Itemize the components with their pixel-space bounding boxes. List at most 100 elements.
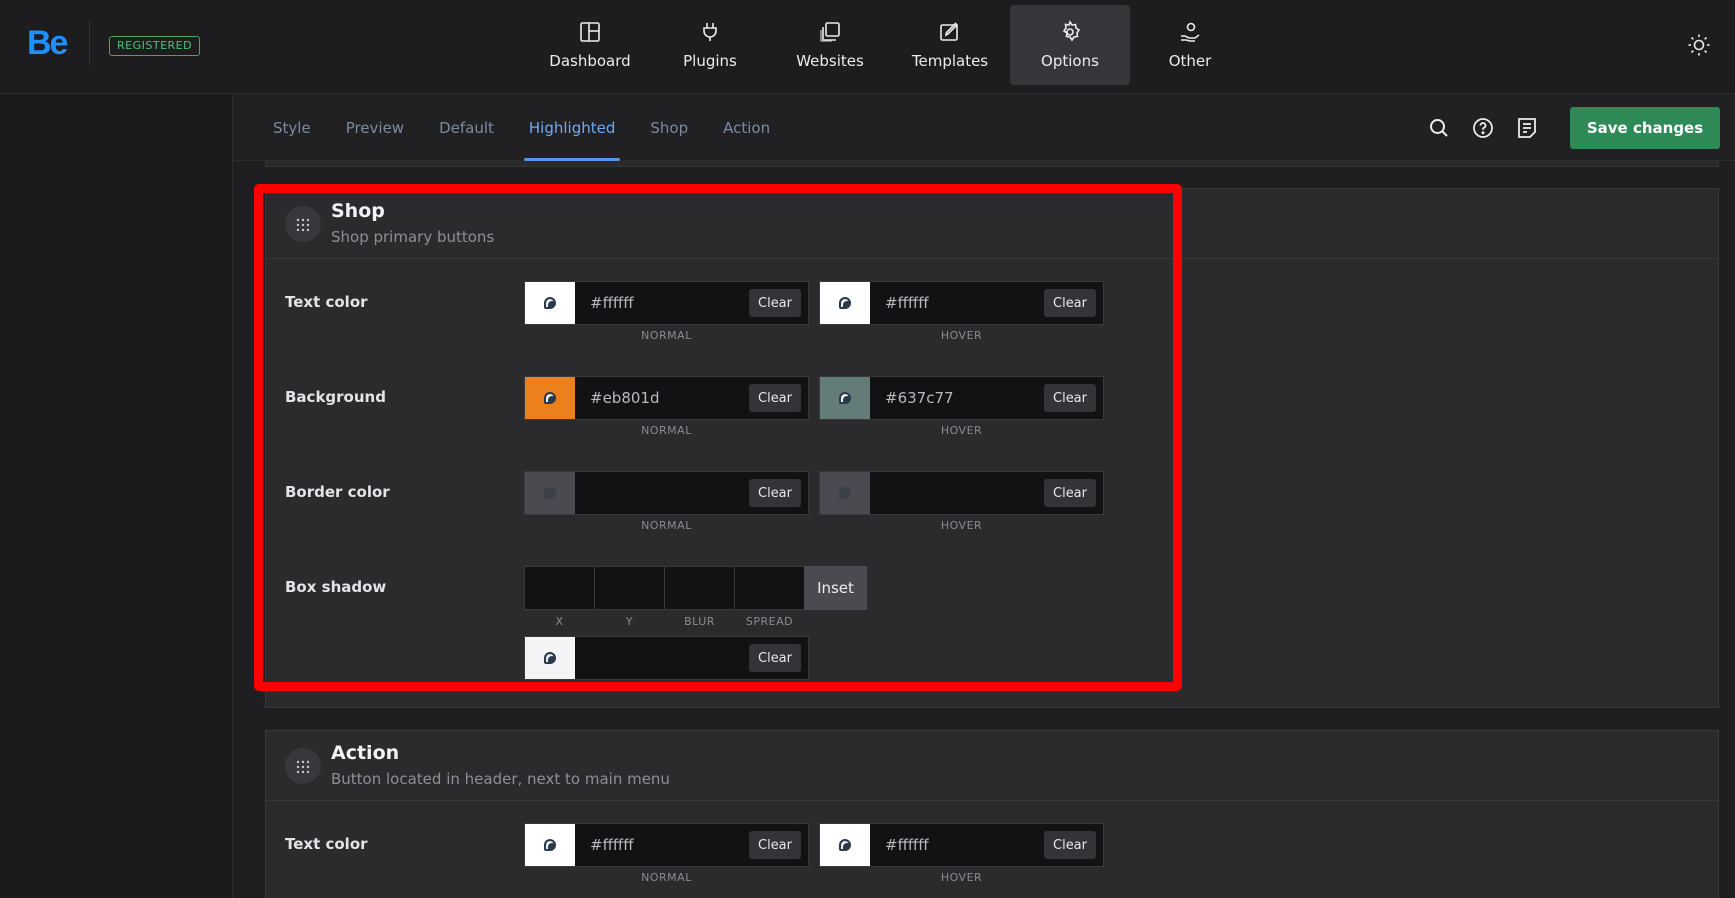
clear-button[interactable]: Clear [749,831,801,859]
help-icon[interactable] [1471,116,1495,140]
clear-button[interactable]: Clear [1044,479,1096,507]
card-subtitle: Button located in header, next to main m… [331,770,670,788]
shadow-x-input[interactable] [524,566,595,610]
tab-action[interactable]: Action [718,95,775,161]
inset-button[interactable]: Inset [804,566,867,610]
nav-label: Templates [911,52,989,70]
nav-label: Other [1168,52,1212,70]
color-swatch[interactable] [820,377,870,419]
background-hover-picker: #637c77 Clear [819,376,1104,420]
tab-shop[interactable]: Shop [645,95,693,161]
eyedropper-icon [544,652,556,664]
color-swatch[interactable] [525,637,575,679]
clear-button[interactable]: Clear [1044,384,1096,412]
shadow-blur-input[interactable] [664,566,735,610]
drag-handle-icon[interactable] [285,206,321,242]
section-tabs: Style Preview Default Highlighted Shop A… [268,95,800,161]
action-text-color-normal-picker: #ffffff Clear [524,823,809,867]
search-icon[interactable] [1427,116,1451,140]
hover-caption: HOVER [940,519,983,532]
box-shadow-color-picker: Clear [524,636,809,680]
nav-options[interactable]: Options [1010,5,1130,85]
eyedropper-icon [839,839,851,851]
nav-dashboard[interactable]: Dashboard [530,5,650,85]
nav-other[interactable]: Other [1130,5,1250,85]
tab-default[interactable]: Default [434,95,499,161]
drag-handle-icon[interactable] [285,748,321,784]
clear-button[interactable]: Clear [1044,831,1096,859]
clear-button[interactable]: Clear [1044,289,1096,317]
normal-caption: NORMAL [641,519,692,532]
card-header: Action Button located in header, next to… [266,731,1718,801]
gear-icon [1062,20,1081,42]
nav-label: Websites [796,52,864,70]
color-hex-input[interactable]: #ffffff [870,294,1044,312]
eyedropper-icon [544,392,556,404]
box-shadow-label: Box shadow [285,578,387,596]
app-logo[interactable]: Be [27,24,68,63]
normal-caption: NORMAL [641,871,692,884]
main-nav: Dashboard Plugins Websites Templates Opt… [530,5,1250,85]
normal-caption: NORMAL [641,424,692,437]
color-swatch[interactable] [525,282,575,324]
color-hex-input[interactable]: #ffffff [575,294,749,312]
background-label: Background [285,388,386,406]
plug-icon [703,23,717,41]
save-button[interactable]: Save changes [1570,107,1720,149]
color-swatch[interactable] [525,472,575,514]
clear-button[interactable]: Clear [749,289,801,317]
hover-caption: HOVER [940,424,983,437]
shadow-y-input[interactable] [594,566,665,610]
sidebar [0,95,233,898]
color-swatch[interactable] [820,282,870,324]
border-color-hover-picker: Clear [819,471,1104,515]
hand-user-icon [1181,22,1200,42]
tab-preview[interactable]: Preview [341,95,409,161]
shadow-x-caption: X [555,615,564,628]
shadow-spread-input[interactable] [734,566,805,610]
shop-card: Shop Shop primary buttons Text color #ff… [265,188,1719,708]
previous-card-edge [265,161,1719,167]
registered-badge: REGISTERED [109,36,201,56]
color-hex-input[interactable]: #ffffff [575,836,749,854]
top-bar: Be REGISTERED Dashboard Plugins Websites… [0,0,1735,94]
nav-templates[interactable]: Templates [890,5,1010,85]
nav-plugins[interactable]: Plugins [650,5,770,85]
notes-icon[interactable] [1515,116,1539,140]
logo-divider [89,20,90,66]
normal-caption: NORMAL [641,329,692,342]
action-text-color-hover-picker: #ffffff Clear [819,823,1104,867]
clear-button[interactable]: Clear [749,479,801,507]
box-shadow-inputs: Inset [524,566,867,610]
color-swatch[interactable] [525,824,575,866]
card-title: Shop [331,200,385,222]
color-hex-input[interactable]: #ffffff [870,836,1044,854]
background-normal-picker: #eb801d Clear [524,376,809,420]
templates-icon [940,22,959,41]
eyedropper-icon [839,487,851,499]
card-title: Action [331,742,400,764]
shadow-spread-caption: SPREAD [745,615,794,628]
color-swatch[interactable] [820,472,870,514]
hover-caption: HOVER [940,329,983,342]
tab-style[interactable]: Style [268,95,316,161]
sub-header: Style Preview Default Highlighted Shop A… [234,95,1735,161]
sun-icon[interactable] [1687,33,1711,57]
color-swatch[interactable] [820,824,870,866]
border-color-label: Border color [285,483,390,501]
card-header: Shop Shop primary buttons [266,189,1718,259]
eyedropper-icon [839,392,851,404]
eyedropper-icon [544,297,556,309]
clear-button[interactable]: Clear [749,384,801,412]
color-swatch[interactable] [525,377,575,419]
tab-highlighted[interactable]: Highlighted [523,95,621,161]
color-hex-input[interactable]: #637c77 [870,389,1044,407]
text-color-label: Text color [285,293,368,311]
color-hex-input[interactable]: #eb801d [575,389,749,407]
nav-label: Dashboard [549,52,631,70]
shadow-y-caption: Y [625,615,634,628]
clear-button[interactable]: Clear [749,644,801,672]
nav-websites[interactable]: Websites [770,5,890,85]
text-color-hover-picker: #ffffff Clear [819,281,1104,325]
nav-label: Plugins [683,52,737,70]
